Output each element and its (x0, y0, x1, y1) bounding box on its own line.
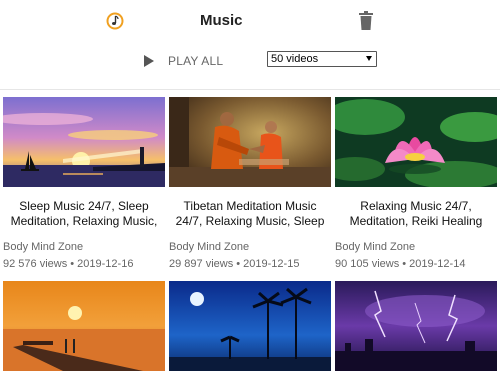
play-icon (144, 55, 154, 67)
play-all-label: PLAY ALL (168, 54, 224, 68)
playlist-toolbar: PLAY ALL 50 videos (0, 48, 500, 74)
video-title-line: 24/7, Relaxing Music, Sleep (175, 214, 325, 228)
video-title-line: Tibetan Meditation Music (183, 199, 317, 213)
channel-name[interactable]: Body Mind Zone (169, 241, 249, 253)
video-title[interactable]: Tibetan Meditation Music 24/7, Relaxing … (169, 199, 331, 229)
video-title-line: Relaxing Music 24/7, (360, 199, 472, 213)
video-title[interactable]: Relaxing Music 24/7, Meditation, Reiki H… (335, 199, 497, 229)
channel-name[interactable]: Body Mind Zone (335, 241, 415, 253)
channel-name[interactable]: Body Mind Zone (3, 241, 83, 253)
music-note-icon (106, 12, 124, 30)
video-thumbnail[interactable] (335, 97, 497, 187)
trash-icon[interactable] (358, 11, 374, 31)
chevron-down-icon (366, 56, 372, 61)
video-thumbnail[interactable] (169, 281, 331, 371)
video-meta: 92 576 views • 2019-12-16 (3, 258, 134, 270)
video-title-line: Meditation, Reiki Healing (349, 214, 483, 228)
video-count-select[interactable]: 50 videos (267, 51, 377, 67)
select-value: 50 videos (271, 53, 319, 65)
video-meta: 29 897 views • 2019-12-15 (169, 258, 300, 270)
video-thumbnail[interactable] (3, 281, 165, 371)
video-thumbnail[interactable] (169, 97, 331, 187)
page-title: Music (200, 12, 243, 29)
play-all-button[interactable]: PLAY ALL (144, 52, 223, 70)
video-thumbnail[interactable] (3, 97, 165, 187)
video-thumbnail[interactable] (335, 281, 497, 371)
video-meta: 90 105 views • 2019-12-14 (335, 258, 466, 270)
divider (0, 89, 500, 90)
video-title[interactable]: Sleep Music 24/7, Sleep Meditation, Rela… (3, 199, 165, 229)
app-header: Music (0, 0, 500, 44)
video-title-line: Sleep Music 24/7, Sleep (19, 199, 149, 213)
video-title-line: Meditation, Relaxing Music, (10, 214, 158, 228)
